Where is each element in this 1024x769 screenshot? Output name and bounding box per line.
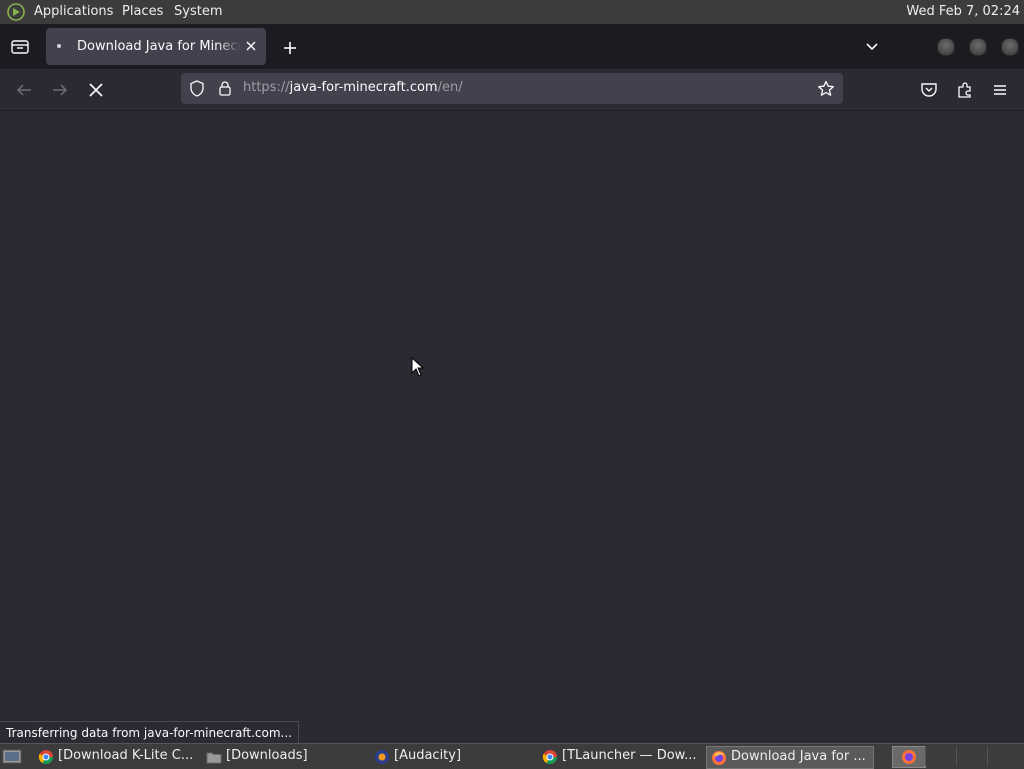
taskbar-item-tlauncher[interactable]: [TLauncher — Dow... xyxy=(538,746,704,767)
minimize-button[interactable] xyxy=(937,38,955,56)
taskbar-item-label: [Audacity] xyxy=(394,748,462,763)
applications-menu[interactable]: Applications xyxy=(34,4,113,19)
status-panel: Transferring data from java-for-minecraf… xyxy=(0,721,299,744)
url-bar[interactable]: https://java-for-minecraft.com/en/ xyxy=(181,73,843,104)
url-text[interactable]: https://java-for-minecraft.com/en/ xyxy=(243,80,463,95)
hamburger-menu-icon[interactable] xyxy=(990,80,1010,100)
navigation-toolbar: https://java-for-minecraft.com/en/ xyxy=(0,69,1024,111)
chevron-down-icon[interactable] xyxy=(862,38,882,56)
firefox-icon xyxy=(712,751,726,765)
taskbar-item-label: [Downloads] xyxy=(226,748,308,763)
lock-icon[interactable] xyxy=(218,80,232,97)
audacity-icon xyxy=(375,750,389,764)
workspace-4[interactable] xyxy=(987,746,1018,766)
mouse-cursor-icon xyxy=(411,357,425,377)
workspace-switcher-active[interactable] xyxy=(892,746,926,768)
tab-loading-indicator-icon xyxy=(57,44,61,48)
firefox-icon xyxy=(902,750,916,764)
chrome-icon xyxy=(542,750,557,764)
tab-strip: Download Java for Minecraft xyxy=(0,24,1024,69)
back-arrow-icon[interactable] xyxy=(14,80,34,100)
system-panel: Applications Places System Wed Feb 7, 02… xyxy=(0,0,1024,24)
workspace-2[interactable] xyxy=(925,746,956,766)
system-menu[interactable]: System xyxy=(174,4,222,19)
url-host: java-for-minecraft.com xyxy=(289,80,438,95)
extensions-puzzle-icon[interactable] xyxy=(955,80,975,100)
stop-loading-icon[interactable] xyxy=(86,80,106,100)
chrome-icon xyxy=(38,750,53,764)
maximize-button[interactable] xyxy=(969,38,987,56)
places-menu[interactable]: Places xyxy=(122,4,163,19)
pocket-icon[interactable] xyxy=(919,80,939,100)
taskbar: [Download K-Lite C... [Downloads] [Audac… xyxy=(0,743,1024,769)
taskbar-item-downloads[interactable]: [Downloads] xyxy=(202,746,368,767)
firefox-view-icon[interactable] xyxy=(10,38,30,56)
taskbar-item-k-lite[interactable]: [Download K-Lite C... xyxy=(34,746,202,767)
close-window-button[interactable] xyxy=(1001,38,1019,56)
taskbar-item-label: Download Java for ... xyxy=(731,749,866,764)
taskbar-item-label: [TLauncher — Dow... xyxy=(562,748,697,763)
show-desktop-icon[interactable] xyxy=(2,748,22,765)
tracking-protection-shield-icon[interactable] xyxy=(189,80,205,97)
taskbar-item-download-java[interactable]: Download Java for ... xyxy=(706,746,874,769)
tab-title: Download Java for Minecraft xyxy=(77,39,241,54)
page-content-area[interactable] xyxy=(0,111,1024,743)
forward-arrow-icon[interactable] xyxy=(50,80,70,100)
workspace-3[interactable] xyxy=(956,746,987,766)
bookmark-star-icon[interactable] xyxy=(817,80,835,97)
distro-logo-icon[interactable] xyxy=(6,2,26,22)
tab-download-java[interactable]: Download Java for Minecraft xyxy=(46,28,266,65)
taskbar-item-audacity[interactable]: [Audacity] xyxy=(370,746,536,767)
taskbar-item-label: [Download K-Lite C... xyxy=(58,748,194,763)
clock[interactable]: Wed Feb 7, 02:24 xyxy=(906,4,1020,19)
close-icon[interactable] xyxy=(244,39,258,53)
new-tab-plus-icon[interactable] xyxy=(280,39,300,57)
url-path: /en/ xyxy=(437,80,463,95)
folder-icon xyxy=(206,752,222,764)
url-scheme: https:// xyxy=(243,80,290,95)
